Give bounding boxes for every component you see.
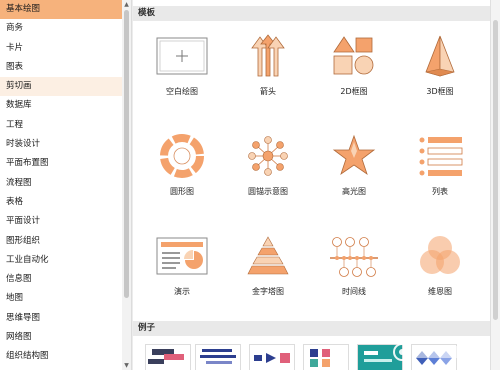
- template-label: 圆锚示意图: [248, 187, 288, 196]
- sidebar-item[interactable]: 商务: [0, 19, 122, 38]
- timeline-icon: [330, 237, 378, 277]
- template-venn[interactable]: 维恩图: [397, 234, 483, 330]
- sidebar-item[interactable]: 数据库: [0, 96, 122, 115]
- sidebar-item[interactable]: 图表: [0, 58, 122, 77]
- highlight-star-icon: [332, 134, 376, 176]
- list-icon: [419, 137, 463, 176]
- 3d-block-icon: [425, 35, 455, 77]
- scroll-up-icon[interactable]: ▲: [123, 1, 130, 8]
- example-preview-icon: [196, 345, 240, 370]
- blank-canvas-icon: [156, 37, 208, 75]
- sidebar-item[interactable]: 网络图: [0, 328, 122, 347]
- presentation-icon: [156, 237, 208, 275]
- sidebar-item[interactable]: 基本绘图: [0, 0, 122, 20]
- sidebar-item[interactable]: 平面布置图: [0, 154, 122, 173]
- sidebar-item[interactable]: 组织结构图: [0, 347, 122, 366]
- example-preview-icon: [146, 345, 190, 370]
- example-thumbnail[interactable]: [303, 344, 349, 370]
- sidebar-item[interactable]: 卡片: [0, 39, 122, 58]
- template-timeline[interactable]: 时间线: [311, 234, 397, 330]
- sidebar-item[interactable]: 时装设计: [0, 135, 122, 154]
- template-label: 箭头: [260, 87, 276, 96]
- sidebar-item[interactable]: 流程图: [0, 174, 122, 193]
- template-blank[interactable]: 空白绘图: [139, 34, 225, 130]
- template-label: 高光图: [342, 187, 366, 196]
- template-label: 列表: [432, 187, 448, 196]
- circle-diagram-icon: [160, 134, 204, 178]
- templates-header: 模板: [133, 6, 491, 21]
- arrows-icon: [251, 34, 285, 77]
- sidebar-item[interactable]: 工程: [0, 116, 122, 135]
- scroll-down-icon[interactable]: ▼: [123, 362, 130, 369]
- sidebar-item[interactable]: 地图: [0, 289, 122, 308]
- sidebar-item[interactable]: 思维导图: [0, 309, 122, 328]
- template-label: 时间线: [342, 287, 366, 296]
- example-thumbnail[interactable]: [145, 344, 191, 370]
- sidebar-item[interactable]: 图形组织: [0, 232, 122, 251]
- examples-header: 例子: [133, 321, 491, 336]
- pyramid-icon: [247, 236, 289, 275]
- template-pyramid[interactable]: 金字塔图: [225, 234, 311, 330]
- template-label: 3D框图: [426, 87, 454, 96]
- panel-scrollbar[interactable]: [490, 0, 500, 370]
- venn-icon: [420, 236, 460, 274]
- example-preview-icon: [250, 345, 294, 370]
- sidebar-item[interactable]: 平面设计: [0, 212, 122, 231]
- template-anchor-circle[interactable]: 圆锚示意图: [225, 134, 311, 230]
- template-label: 圆形图: [170, 187, 194, 196]
- template-list[interactable]: 列表: [397, 134, 483, 230]
- template-2d-block[interactable]: 2D框图: [311, 34, 397, 130]
- template-label: 空白绘图: [166, 87, 198, 96]
- template-3d-block[interactable]: 3D框图: [397, 34, 483, 130]
- template-label: 演示: [174, 287, 190, 296]
- template-presentation[interactable]: 演示: [139, 234, 225, 330]
- example-thumbnail[interactable]: [195, 344, 241, 370]
- example-preview-icon: [304, 345, 348, 370]
- template-arrows[interactable]: 箭头: [225, 34, 311, 130]
- template-label: 2D框图: [340, 87, 368, 96]
- template-circle[interactable]: 圆形图: [139, 134, 225, 230]
- sidebar-scroll-thumb[interactable]: [124, 10, 129, 298]
- baidu-jingyan-watermark-icon: [393, 343, 466, 361]
- template-label: 金字塔图: [252, 287, 284, 296]
- template-highlight[interactable]: 高光图: [311, 134, 397, 230]
- sidebar-item[interactable]: 表格: [0, 193, 122, 212]
- app-window: 基本绘图 商务 卡片 图表 剪切画 数据库 工程 时装设计 平面布置图 流程图 表格 平面设计 图形组织…: [0, 0, 500, 370]
- anchor-circle-icon: [248, 136, 288, 176]
- template-panel: 模板 空白绘图 箭头 2D框图 3D框图 圆形图 圆锚示意图 高光图 列表 演示…: [133, 0, 500, 370]
- sidebar-item[interactable]: 工业自动化: [0, 251, 122, 270]
- sidebar-scrollbar[interactable]: ▲ ▼: [122, 0, 132, 370]
- sidebar-item[interactable]: 信息图: [0, 270, 122, 289]
- panel-scroll-thumb[interactable]: [493, 20, 498, 320]
- sidebar-item[interactable]: 项目管理: [0, 367, 122, 370]
- 2d-block-icon: [333, 36, 374, 75]
- sidebar-item[interactable]: 剪切画: [0, 77, 122, 97]
- category-sidebar: 基本绘图 商务 卡片 图表 剪切画 数据库 工程 时装设计 平面布置图 流程图 表格 平面设计 图形组织…: [0, 0, 123, 370]
- example-thumbnail[interactable]: [249, 344, 295, 370]
- template-label: 维恩图: [428, 287, 452, 296]
